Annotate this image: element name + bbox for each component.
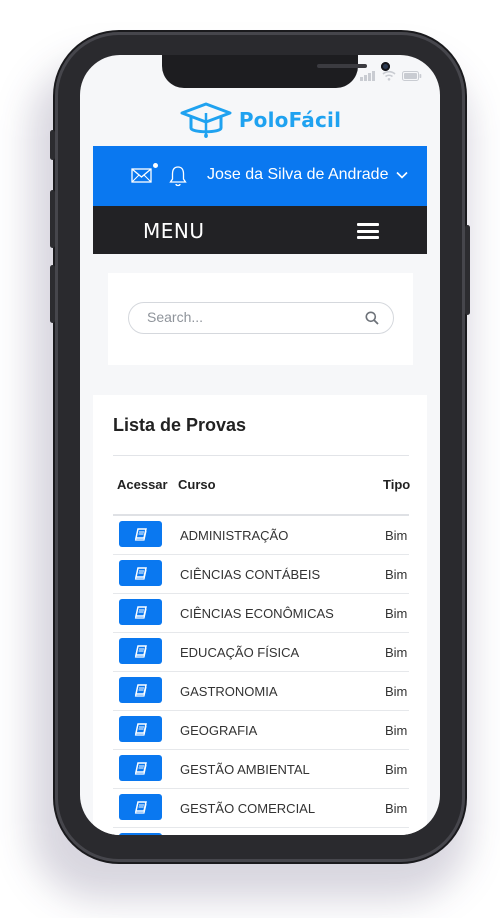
- column-header-acessar[interactable]: Acessar: [117, 477, 168, 492]
- table-row-partial: [113, 828, 409, 835]
- book-icon: [134, 644, 147, 658]
- notification-dot: [153, 163, 158, 168]
- book-icon: [134, 722, 147, 736]
- wifi-icon: [382, 70, 396, 81]
- status-bar-icons: [360, 70, 422, 81]
- speaker: [317, 64, 367, 68]
- notifications-button[interactable]: [169, 165, 189, 187]
- battery-icon: [402, 71, 422, 81]
- access-exam-button[interactable]: [119, 755, 162, 781]
- search-card: [108, 273, 413, 365]
- exam-type: Bim: [385, 723, 408, 738]
- search-icon[interactable]: [365, 311, 379, 325]
- search-input[interactable]: [147, 309, 347, 325]
- exam-type: Bim: [385, 801, 408, 816]
- exam-type: Bim: [385, 567, 408, 582]
- mail-button[interactable]: [131, 163, 158, 186]
- volume-up-button: [50, 190, 55, 248]
- app-logo[interactable]: PoloFácil: [80, 95, 440, 145]
- course-name: GESTÃO AMBIENTAL: [180, 762, 310, 777]
- menu-label: MENU: [143, 219, 205, 243]
- course-name: CIÊNCIAS ECONÔMICAS: [180, 606, 334, 621]
- access-exam-button[interactable]: [119, 677, 162, 703]
- book-icon: [134, 683, 147, 697]
- course-name: GESTÃO COMERCIAL: [180, 801, 316, 816]
- course-name: CIÊNCIAS CONTÁBEIS: [180, 567, 321, 582]
- table-row: GASTRONOMIA Bim: [113, 672, 409, 711]
- app-logo-text: PoloFácil: [238, 108, 342, 132]
- user-menu-toggle[interactable]: Jose da Silva de Andrade: [207, 166, 409, 184]
- mail-icon: [131, 168, 152, 183]
- list-title: Lista de Provas: [113, 415, 247, 435]
- user-name: Jose da Silva de Andrade: [207, 166, 389, 183]
- exam-type: Bim: [385, 684, 408, 699]
- table-row: ADMINISTRAÇÃO Bim: [113, 516, 409, 555]
- book-icon: [134, 566, 147, 580]
- book-icon: [134, 527, 147, 541]
- exam-type: Bim: [385, 606, 408, 621]
- exam-type: Bim: [385, 762, 408, 777]
- hamburger-icon[interactable]: [357, 223, 379, 239]
- chevron-down-icon: [396, 171, 409, 179]
- course-name: GEOGRAFIA: [180, 723, 258, 738]
- book-icon: [134, 761, 147, 775]
- table-row: EDUCAÇÃO FÍSICA Bim: [113, 633, 409, 672]
- book-icon: [134, 605, 147, 619]
- access-exam-button[interactable]: [119, 560, 162, 586]
- notch: [162, 55, 390, 88]
- power-button: [465, 225, 470, 315]
- volume-down-button: [50, 265, 55, 323]
- search-box[interactable]: [128, 302, 394, 334]
- access-exam-button[interactable]: [119, 794, 162, 820]
- access-exam-button[interactable]: [119, 716, 162, 742]
- title-divider: [113, 455, 409, 456]
- exam-type: Bim: [385, 645, 408, 660]
- access-exam-button[interactable]: [119, 833, 162, 835]
- table-row: GESTÃO COMERCIAL Bim: [113, 789, 409, 828]
- graduation-cap-icon: [180, 102, 232, 138]
- column-header-tipo[interactable]: Tipo: [383, 477, 410, 492]
- table-row: CIÊNCIAS CONTÁBEIS Bim: [113, 555, 409, 594]
- menu-bar[interactable]: MENU: [93, 206, 427, 254]
- exam-type: Bim: [385, 528, 408, 543]
- user-header-bar: Jose da Silva de Andrade: [93, 146, 427, 206]
- table-row: GESTÃO AMBIENTAL Bim: [113, 750, 409, 789]
- bell-icon: [169, 166, 187, 187]
- access-exam-button[interactable]: [119, 599, 162, 625]
- signal-icon: [360, 71, 376, 81]
- course-name: ADMINISTRAÇÃO: [180, 528, 289, 543]
- access-exam-button[interactable]: [119, 521, 162, 547]
- column-header-curso[interactable]: Curso: [178, 477, 216, 492]
- exam-list-card: Lista de Provas Acessar Curso Tipo ADMIN…: [93, 395, 427, 835]
- book-icon: [134, 800, 147, 814]
- table-row: GEOGRAFIA Bim: [113, 711, 409, 750]
- access-exam-button[interactable]: [119, 638, 162, 664]
- mute-switch: [50, 130, 55, 160]
- table-row: CIÊNCIAS ECONÔMICAS Bim: [113, 594, 409, 633]
- course-name: GASTRONOMIA: [180, 684, 278, 699]
- course-name: EDUCAÇÃO FÍSICA: [180, 645, 300, 660]
- phone-screen: PoloFácil Jose da Silva de Andrade MENU: [80, 55, 440, 835]
